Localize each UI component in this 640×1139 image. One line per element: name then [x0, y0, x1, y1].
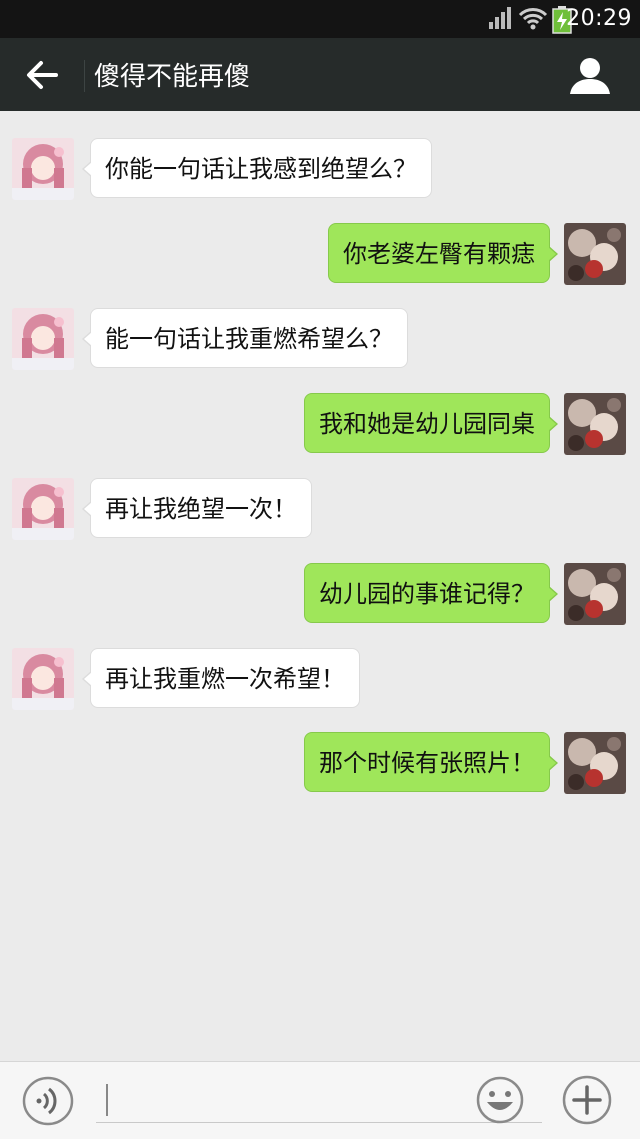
received-message[interactable]: 能一句话让我重燃希望么？ [82, 308, 408, 368]
contact-avatar[interactable] [12, 138, 74, 200]
my-avatar[interactable] [564, 223, 626, 285]
contact-avatar[interactable] [12, 648, 74, 710]
received-message[interactable]: 再让我绝望一次！ [82, 478, 312, 538]
message-row-received: 你能一句话让我感到绝望么？ [0, 138, 640, 204]
plus-icon[interactable] [562, 1075, 612, 1125]
sent-message[interactable]: 我和她是幼儿园同桌 [304, 393, 558, 453]
person-icon[interactable] [566, 56, 614, 96]
my-avatar[interactable] [564, 563, 626, 625]
sent-message[interactable]: 幼儿园的事谁记得？ [304, 563, 558, 623]
text-caret [106, 1084, 108, 1116]
emoji-icon[interactable] [476, 1076, 524, 1124]
header-divider [84, 60, 85, 92]
signal-icon [489, 7, 511, 29]
chat-header: 傻得不能再傻 [0, 38, 640, 111]
message-row-received: 再让我绝望一次！ [0, 478, 640, 544]
received-message[interactable]: 你能一句话让我感到绝望么？ [82, 138, 432, 198]
contact-avatar[interactable] [12, 478, 74, 540]
status-bar: 20:29 [0, 0, 640, 38]
input-bar [0, 1061, 640, 1139]
message-row-sent: 我和她是幼儿园同桌 [0, 393, 640, 459]
clock: 20:29 [566, 6, 632, 31]
message-row-sent: 你老婆左臀有颗痣 [0, 223, 640, 289]
chat-message-list[interactable]: 你能一句话让我感到绝望么？ 你老婆左臀有颗痣 能一句话让我重燃希望么？ 我和她是… [0, 111, 640, 1061]
chat-title: 傻得不能再傻 [94, 62, 251, 92]
received-message[interactable]: 再让我重燃一次希望！ [82, 648, 360, 708]
wifi-icon [518, 8, 548, 30]
message-row-sent: 那个时候有张照片！ [0, 732, 640, 798]
message-row-received: 能一句话让我重燃希望么？ [0, 308, 640, 374]
contact-avatar[interactable] [12, 308, 74, 370]
my-avatar[interactable] [564, 732, 626, 794]
back-arrow-icon[interactable] [18, 54, 68, 96]
sent-message[interactable]: 你老婆左臀有颗痣 [328, 223, 558, 283]
sent-message[interactable]: 那个时候有张照片！ [304, 732, 558, 792]
my-avatar[interactable] [564, 393, 626, 455]
voice-icon[interactable] [21, 1076, 75, 1126]
message-row-sent: 幼儿园的事谁记得？ [0, 563, 640, 629]
message-row-received: 再让我重燃一次希望！ [0, 648, 640, 714]
